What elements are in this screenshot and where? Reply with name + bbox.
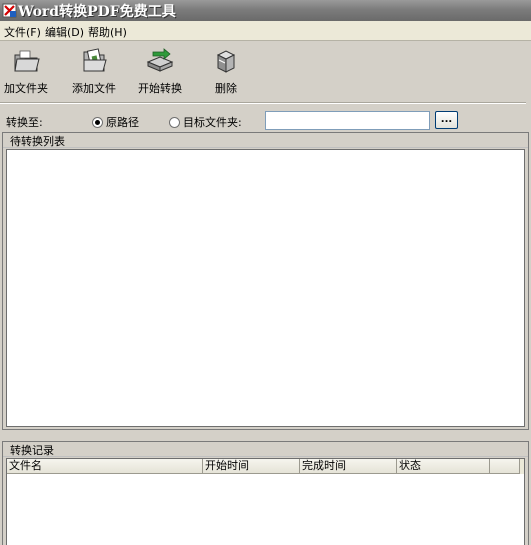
add-file-icon — [83, 48, 107, 72]
conversion-log-title: 转换记录 — [10, 444, 54, 457]
col-filename[interactable]: 文件名 — [7, 459, 203, 474]
radio-original-path[interactable]: 原路径 — [92, 114, 139, 130]
col-status[interactable]: 状态 — [397, 459, 490, 474]
convert-icon — [146, 48, 174, 72]
window-title: Word转换PDF免费工具 — [18, 4, 176, 20]
destination-label: 转换至: — [6, 116, 43, 129]
add-file-button[interactable]: 添加文件 — [63, 46, 125, 100]
add-folder-button[interactable]: 加文件夹 — [0, 46, 57, 100]
conversion-log-panel: 转换记录 文件名 开始时间 完成时间 状态 — [2, 441, 529, 545]
pending-file-list[interactable] — [6, 149, 525, 427]
conversion-log-header: 转换记录 — [3, 442, 528, 457]
folder-icon — [14, 50, 40, 72]
menu-edit[interactable]: 编辑(D) — [45, 24, 84, 40]
radio-original-indicator[interactable] — [92, 117, 103, 128]
menu-bar: 文件(F) 编辑(D) 帮助(H) — [0, 21, 531, 41]
pending-list-panel: 待转换列表 — [2, 132, 529, 430]
radio-target-label: 目标文件夹: — [183, 116, 242, 129]
log-table-header: 文件名 开始时间 完成时间 状态 — [7, 459, 524, 474]
pending-list-header: 待转换列表 — [3, 133, 528, 148]
destination-row: 转换至: 原路径 目标文件夹: ... — [0, 109, 531, 133]
col-finish-time[interactable]: 完成时间 — [300, 459, 397, 474]
conversion-log-table[interactable]: 文件名 开始时间 完成时间 状态 — [6, 458, 525, 545]
start-convert-label: 开始转换 — [138, 82, 182, 95]
col-filler — [490, 459, 520, 474]
delete-icon — [216, 50, 236, 73]
radio-target-indicator[interactable] — [169, 117, 180, 128]
radio-target-folder[interactable]: 目标文件夹: — [169, 114, 242, 130]
menu-file[interactable]: 文件(F) — [4, 24, 41, 40]
radio-original-label: 原路径 — [106, 116, 139, 129]
delete-label: 删除 — [215, 82, 237, 95]
add-folder-label: 加文件夹 — [4, 82, 48, 95]
add-file-label: 添加文件 — [72, 82, 116, 95]
menu-help[interactable]: 帮助(H) — [88, 24, 127, 40]
delete-button[interactable]: 删除 — [195, 46, 257, 100]
app-icon — [2, 3, 17, 18]
title-bar[interactable]: Word转换PDF免费工具 — [0, 0, 531, 21]
pending-list-title: 待转换列表 — [10, 135, 65, 148]
browse-button[interactable]: ... — [435, 111, 458, 129]
col-start-time[interactable]: 开始时间 — [203, 459, 300, 474]
start-convert-button[interactable]: 开始转换 — [129, 46, 191, 100]
toolbar: 加文件夹 添加文件 开始转换 删除 — [0, 41, 531, 102]
toolbar-separator — [0, 102, 526, 104]
target-folder-input[interactable] — [265, 111, 430, 130]
